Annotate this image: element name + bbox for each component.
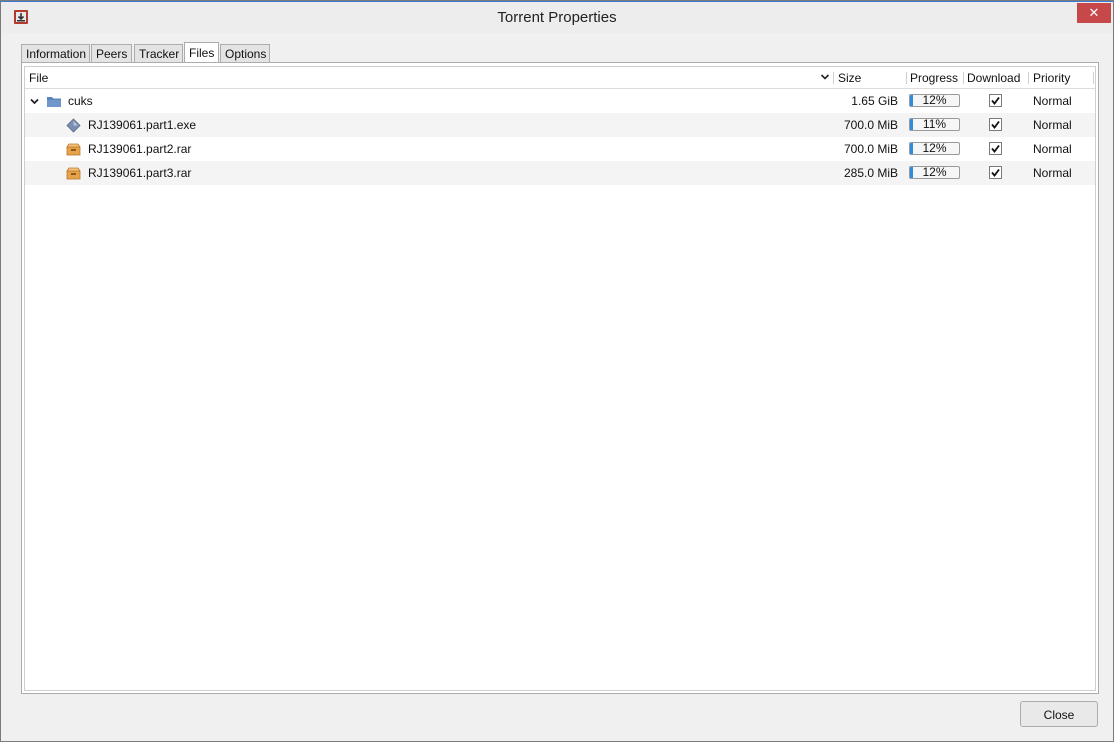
window-title: Torrent Properties — [497, 9, 617, 26]
column-separator[interactable] — [833, 72, 834, 84]
file-name: RJ139061.part1.exe — [88, 118, 197, 132]
column-size[interactable]: Size — [838, 67, 861, 88]
file-priority[interactable]: Normal — [1033, 113, 1072, 137]
tab-options[interactable]: Options — [220, 44, 270, 62]
progress-bar: 12% — [909, 166, 960, 179]
column-download[interactable]: Download — [967, 67, 1020, 88]
expand-chevron-icon[interactable] — [30, 97, 39, 106]
column-file[interactable]: File — [29, 67, 48, 88]
progress-bar: 11% — [909, 118, 960, 131]
chevron-down-icon[interactable] — [820, 72, 830, 82]
tab-peers[interactable]: Peers — [91, 44, 132, 62]
download-checkbox[interactable] — [989, 166, 1002, 179]
files-panel: File Size Progress Download Priority cuk… — [21, 62, 1099, 694]
close-button[interactable]: Close — [1020, 701, 1098, 727]
progress-bar: 12% — [909, 142, 960, 155]
column-separator[interactable] — [906, 72, 907, 84]
folder-row[interactable]: cuks 1.65 GiB 12% Normal — [25, 89, 1095, 113]
file-name: RJ139061.part2.rar — [88, 142, 192, 156]
file-size: 700.0 MiB — [843, 118, 898, 132]
file-priority[interactable]: Normal — [1033, 161, 1072, 185]
column-separator[interactable] — [963, 72, 964, 84]
file-row[interactable]: RJ139061.part2.rar 700.0 MiB 12% Normal — [25, 137, 1095, 161]
title-bar[interactable]: Torrent Properties ✕ — [1, 1, 1113, 33]
file-size: 700.0 MiB — [843, 142, 898, 156]
file-row[interactable]: RJ139061.part3.rar 285.0 MiB 12% Normal — [25, 161, 1095, 185]
file-size: 1.65 GiB — [851, 94, 898, 108]
checkmark-icon — [991, 120, 1000, 129]
column-header: File Size Progress Download Priority — [25, 67, 1095, 89]
download-checkbox[interactable] — [989, 94, 1002, 107]
progress-label: 12% — [922, 93, 947, 107]
folder-icon — [47, 97, 61, 107]
file-priority[interactable]: Normal — [1033, 89, 1072, 113]
tab-files[interactable]: Files — [184, 42, 219, 63]
column-separator[interactable] — [1028, 72, 1029, 84]
checkmark-icon — [991, 144, 1000, 153]
progress-label: 12% — [922, 165, 947, 179]
download-checkbox[interactable] — [989, 118, 1002, 131]
file-row[interactable]: RJ139061.part1.exe 700.0 MiB 11% Normal — [25, 113, 1095, 137]
tab-tracker[interactable]: Tracker — [134, 44, 183, 62]
progress-bar: 12% — [909, 94, 960, 107]
window-close-button[interactable]: ✕ — [1077, 3, 1111, 23]
progress-label: 11% — [922, 117, 947, 131]
progress-label: 12% — [922, 141, 947, 155]
column-separator[interactable] — [1093, 72, 1094, 84]
checkmark-icon — [991, 168, 1000, 177]
file-name: cuks — [68, 94, 93, 108]
file-size: 285.0 MiB — [843, 166, 898, 180]
column-priority[interactable]: Priority — [1033, 67, 1070, 88]
checkmark-icon — [991, 96, 1000, 105]
archive-icon — [66, 167, 81, 180]
file-name: RJ139061.part3.rar — [88, 166, 192, 180]
download-checkbox[interactable] — [989, 142, 1002, 155]
executable-icon — [66, 118, 81, 133]
torrent-properties-window: Torrent Properties ✕ Information Peers T… — [0, 0, 1114, 742]
column-progress[interactable]: Progress — [910, 67, 958, 88]
tab-information[interactable]: Information — [21, 44, 90, 62]
archive-icon — [66, 143, 81, 156]
file-tree[interactable]: File Size Progress Download Priority cuk… — [24, 66, 1096, 691]
file-priority[interactable]: Normal — [1033, 137, 1072, 161]
